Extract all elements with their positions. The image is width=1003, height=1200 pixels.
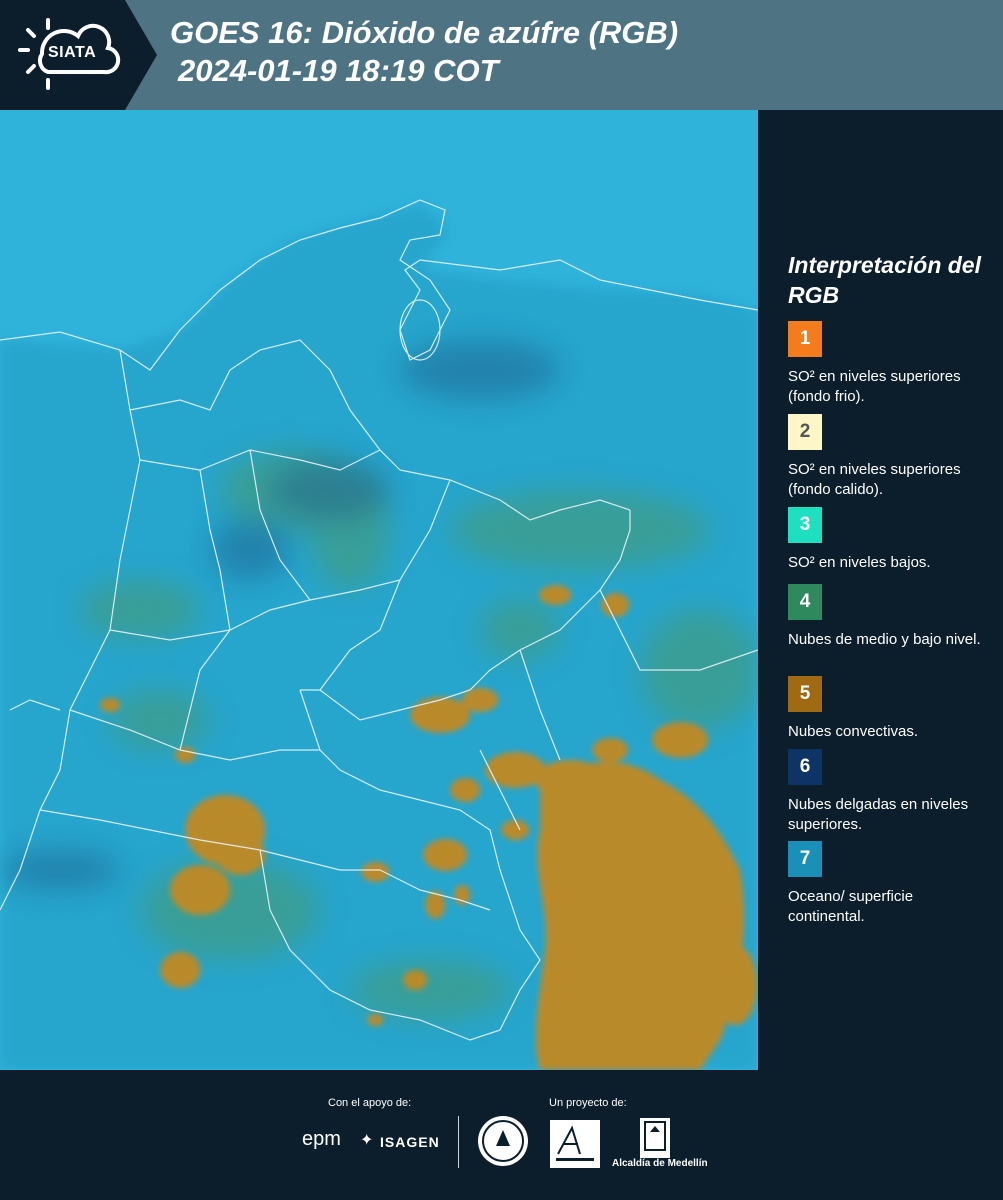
alcaldia-label: Alcaldía de Medellín: [612, 1158, 708, 1169]
legend-label-4: Nubes de medio y bajo nivel.: [788, 631, 981, 648]
title-product: GOES 16: Dióxido de azúfre (RGB): [170, 15, 679, 50]
legend-swatch-5: 5: [788, 676, 822, 712]
legend-item-7: 7 Oceano/ superficie continental.: [788, 841, 988, 927]
legend-item-2: 2 SO² en niveles superiores (fondo calid…: [788, 414, 988, 500]
header-bar: SIATA GOES 16: Dióxido de azúfre (RGB) 2…: [0, 0, 1003, 110]
area-metropolitana-logo[interactable]: [550, 1120, 600, 1168]
legend-item-4: 4 Nubes de medio y bajo nivel.: [788, 584, 988, 650]
legend-swatch-2: 2: [788, 414, 822, 450]
legend-item-3: 3 SO² en niveles bajos.: [788, 507, 988, 573]
legend-swatch-1: 1: [788, 321, 822, 357]
isagen-star-icon: ✦: [360, 1132, 374, 1149]
project-label: Un proyecto de:: [549, 1097, 627, 1109]
legend-item-5: 5 Nubes convectivas.: [788, 676, 988, 742]
legend-swatch-4: 4: [788, 584, 822, 620]
support-label: Con el apoyo de:: [328, 1097, 412, 1109]
legend-label-5: Nubes convectivas.: [788, 723, 919, 740]
logo-text: SIATA: [48, 44, 97, 61]
footer-sponsors: Con el apoyo de: Un proyecto de: epm ✦ I…: [0, 1070, 1003, 1200]
legend-label-3: SO² en niveles bajos.: [788, 554, 931, 571]
title-datetime: 2024-01-19 18:19 COT: [178, 53, 499, 88]
map-canvas: [0, 110, 758, 1070]
legend-item-1: 1 SO² en niveles superiores (fondo frio)…: [788, 321, 988, 407]
legend-swatch-3: 3: [788, 507, 822, 543]
legend-title: Interpretación del RGB: [788, 252, 981, 308]
epm-logo[interactable]: epm: [302, 1128, 341, 1151]
footer-divider: [458, 1116, 459, 1168]
alcaldia-shield-icon[interactable]: [640, 1118, 670, 1158]
page-title: GOES 16: Dióxido de azúfre (RGB) 2024-01…: [170, 14, 678, 90]
legend-label-7: Oceano/ superficie continental.: [788, 888, 914, 925]
legend-label-1: SO² en niveles superiores (fondo frio).: [788, 368, 961, 405]
legend-label-2: SO² en niveles superiores (fondo calido)…: [788, 461, 961, 498]
isagen-logo[interactable]: ISAGEN: [380, 1134, 440, 1150]
legend-label-6: Nubes delgadas en niveles superiores.: [788, 796, 969, 833]
siata-logo[interactable]: SIATA: [0, 0, 125, 110]
legend-item-6: 6 Nubes delgadas en niveles superiores.: [788, 749, 988, 835]
satellite-map[interactable]: [0, 110, 758, 1070]
legend-swatch-7: 7: [788, 841, 822, 877]
medellin-seal-icon[interactable]: [478, 1116, 528, 1166]
legend-swatch-6: 6: [788, 749, 822, 785]
legend-panel: Interpretación del RGB 1 SO² en niveles …: [758, 110, 1003, 1070]
logo-arrow: [125, 0, 157, 110]
